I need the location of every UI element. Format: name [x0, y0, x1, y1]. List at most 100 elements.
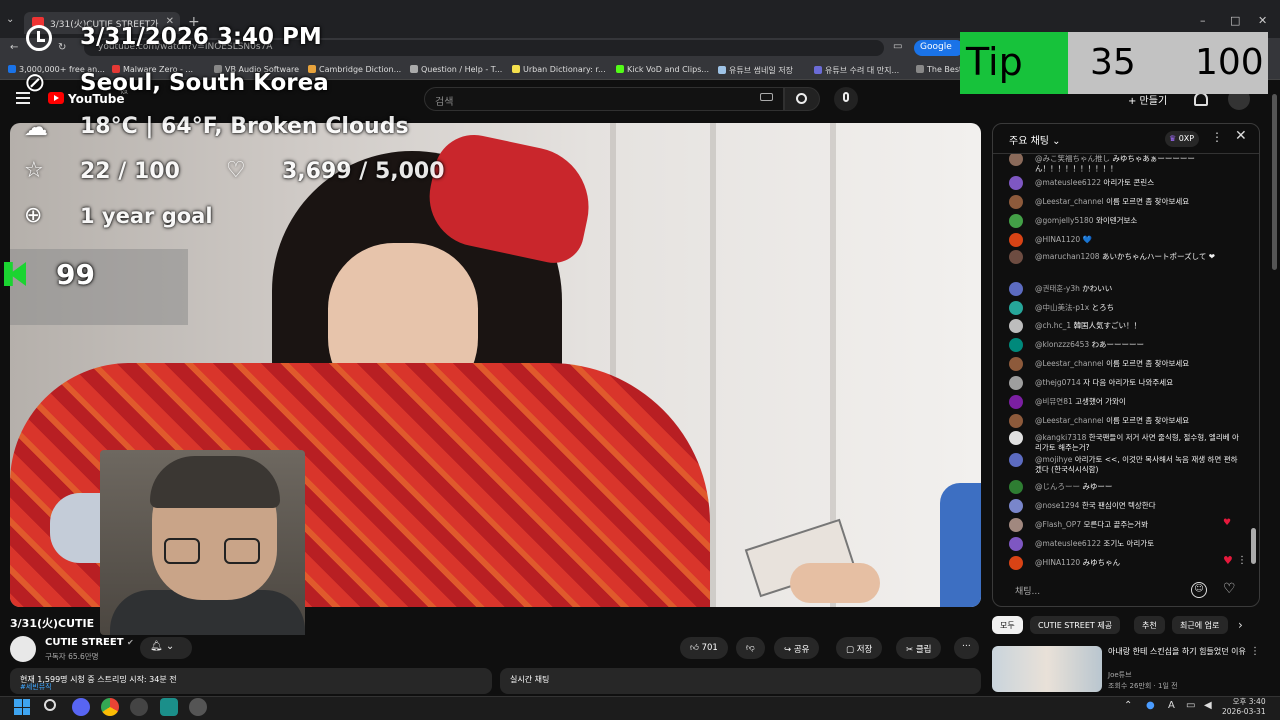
taskbar-clock[interactable]: 오후 3:40 2026-03-31	[1222, 697, 1266, 717]
chevron-right-icon[interactable]: ›	[1238, 618, 1243, 632]
save-button[interactable]: ▢ 저장	[836, 637, 883, 659]
keyboard-icon[interactable]	[760, 93, 773, 101]
tip-label: Tip	[966, 40, 1023, 84]
webcam-glasses	[224, 538, 260, 564]
microphone-icon	[843, 92, 849, 102]
search-input[interactable]: 검색	[424, 87, 784, 111]
voice-search-button[interactable]	[834, 87, 858, 111]
bookmark-item[interactable]: 유튜브 썸네일 저장	[718, 65, 793, 76]
heart-button-icon[interactable]: ♡	[1223, 581, 1236, 597]
chat-mode-dropdown[interactable]: 주요 채팅 ⌄	[1009, 132, 1061, 147]
like-button[interactable]: 👍︎ 701	[680, 637, 728, 659]
crown-icon: ♛	[1169, 134, 1177, 143]
channel-name[interactable]: CUTIE STREET ✔	[45, 637, 134, 648]
close-window-button[interactable]: ✕	[1258, 14, 1267, 27]
description-hashtag[interactable]: #세빈뮤직	[20, 682, 52, 690]
avatar	[1009, 453, 1023, 467]
avatar	[1009, 282, 1023, 296]
avatar	[1009, 431, 1023, 445]
chip-channel[interactable]: CUTIE STREET 제공	[1030, 616, 1121, 634]
live-chat-label-box[interactable]: 실시간 채팅	[500, 668, 981, 694]
bookmark-icon	[410, 65, 418, 73]
chrome-icon[interactable]	[101, 698, 119, 716]
taskbar-search-icon[interactable]	[44, 699, 56, 711]
obs-icon[interactable]	[130, 698, 148, 716]
chip-recent[interactable]: 최근에 업로	[1172, 616, 1228, 634]
xp-badge[interactable]: ♛ 0XP	[1165, 131, 1199, 147]
close-chat-icon[interactable]: ✕	[1235, 128, 1247, 144]
verified-icon: ✔	[127, 638, 134, 647]
heart-outline-icon: ♡	[226, 158, 246, 183]
tip-current: 35	[1090, 42, 1136, 83]
share-button[interactable]: ↪ 공유	[774, 637, 820, 659]
share-icon: ↪	[784, 645, 792, 655]
avatar	[1009, 395, 1023, 409]
tray-mic-icon[interactable]: ●	[1146, 700, 1155, 711]
bookmark-item[interactable]: The Best	[916, 65, 962, 74]
emoji-icon[interactable]: ☺	[1191, 582, 1207, 598]
more-options-icon[interactable]: ⋮	[1211, 130, 1223, 144]
recommended-channel[interactable]: Joe튜브	[1108, 670, 1178, 681]
overlay-datetime: 3/31/2026 3:40 PM	[80, 24, 322, 50]
bookmark-icon	[814, 66, 822, 74]
cloud-icon: ☁	[24, 113, 48, 141]
windows-start-icon[interactable]	[14, 699, 30, 715]
discord-icon[interactable]	[72, 698, 90, 716]
search-button[interactable]	[784, 87, 820, 111]
bell-icon: 🔔︎	[150, 641, 163, 652]
bookmark-icon	[916, 65, 924, 73]
notifications-bell-icon[interactable]	[1194, 92, 1208, 106]
overlay-location: Seoul, South Korea	[80, 70, 329, 96]
avatar	[1009, 480, 1023, 494]
bookmark-icon: ▢	[846, 645, 855, 655]
network-icon[interactable]: ▭	[1186, 700, 1195, 711]
curtain-fold	[710, 123, 716, 607]
chip-all[interactable]: 모두	[992, 616, 1023, 634]
tip-label-box: Tip	[960, 32, 1068, 94]
chat-scrollbar[interactable]	[1251, 528, 1256, 564]
input-language[interactable]: A	[1168, 700, 1175, 711]
message-menu-icon[interactable]: ⋮	[1237, 556, 1247, 566]
back-arrow-icon[interactable]: ←	[10, 42, 18, 53]
channel-avatar[interactable]	[10, 636, 36, 662]
recommended-views: 조회수 26만회 · 1일 전	[1108, 682, 1178, 690]
tool-icon[interactable]	[189, 698, 207, 716]
minimize-button[interactable]: –	[1200, 14, 1206, 27]
subscription-bell-button[interactable]: 🔔︎ ⌄	[140, 637, 192, 659]
bookmark-item[interactable]: Urban Dictionary: r...	[512, 65, 606, 74]
avatar	[1009, 195, 1023, 209]
bookmark-icon	[8, 65, 16, 73]
recommended-thumbnail[interactable]	[992, 646, 1102, 692]
clip-button[interactable]: ✂ 클립	[896, 637, 942, 659]
video-title: 3/31(火)CUTIE	[10, 617, 95, 630]
google-button[interactable]: Google	[914, 40, 964, 56]
recommended-menu-icon[interactable]: ⋮	[1250, 646, 1260, 657]
app-icon[interactable]	[160, 698, 178, 716]
tab-list-button[interactable]: ⌄	[6, 14, 14, 25]
cast-icon[interactable]: ▭	[893, 41, 902, 52]
bookmark-icon	[616, 65, 624, 73]
bookmark-item[interactable]: 유튜브 수려 대 만지...	[814, 65, 899, 76]
avatar	[1009, 518, 1023, 532]
recommended-title[interactable]: 아내랑 한테 스킨십을 하기 힘들었던 이유	[1108, 646, 1248, 657]
reload-icon[interactable]: ↻	[58, 42, 66, 53]
volume-icon[interactable]: ◀	[1204, 700, 1212, 711]
more-actions-button[interactable]: ⋯	[954, 637, 979, 659]
dislike-button[interactable]: 👎︎	[736, 637, 765, 659]
chat-messages[interactable]: @みこ笑福ちゃん推し みゆちゃあぁーーーーーん！！！！！！！！！！ @mateu…	[993, 154, 1253, 572]
tray-chevron-icon[interactable]: ⌃	[1124, 700, 1132, 711]
bookmark-item[interactable]: Kick VoD and Clips...	[616, 65, 709, 74]
description-box[interactable]: 현재 1,599명 시청 중 스트리밍 시작: 34분 전 #세빈뮤직	[10, 668, 492, 694]
maximize-button[interactable]: □	[1230, 14, 1240, 27]
overlay-goal: 1 year goal	[80, 204, 213, 228]
page-scrollbar[interactable]	[1272, 94, 1277, 270]
overlay-star-count: 22 / 100	[80, 159, 180, 184]
bookmark-item[interactable]: Question / Help - T...	[410, 65, 502, 74]
avatar	[1009, 250, 1023, 264]
youtube-logo-icon[interactable]	[48, 92, 64, 104]
chip-recommended[interactable]: 추천	[1134, 616, 1165, 634]
overlay-heart-count: 3,699 / 5,000	[282, 159, 445, 184]
chat-input[interactable]: 채팅...	[1005, 580, 1175, 600]
avatar	[1009, 319, 1023, 333]
scissors-icon: ✂	[906, 645, 914, 655]
